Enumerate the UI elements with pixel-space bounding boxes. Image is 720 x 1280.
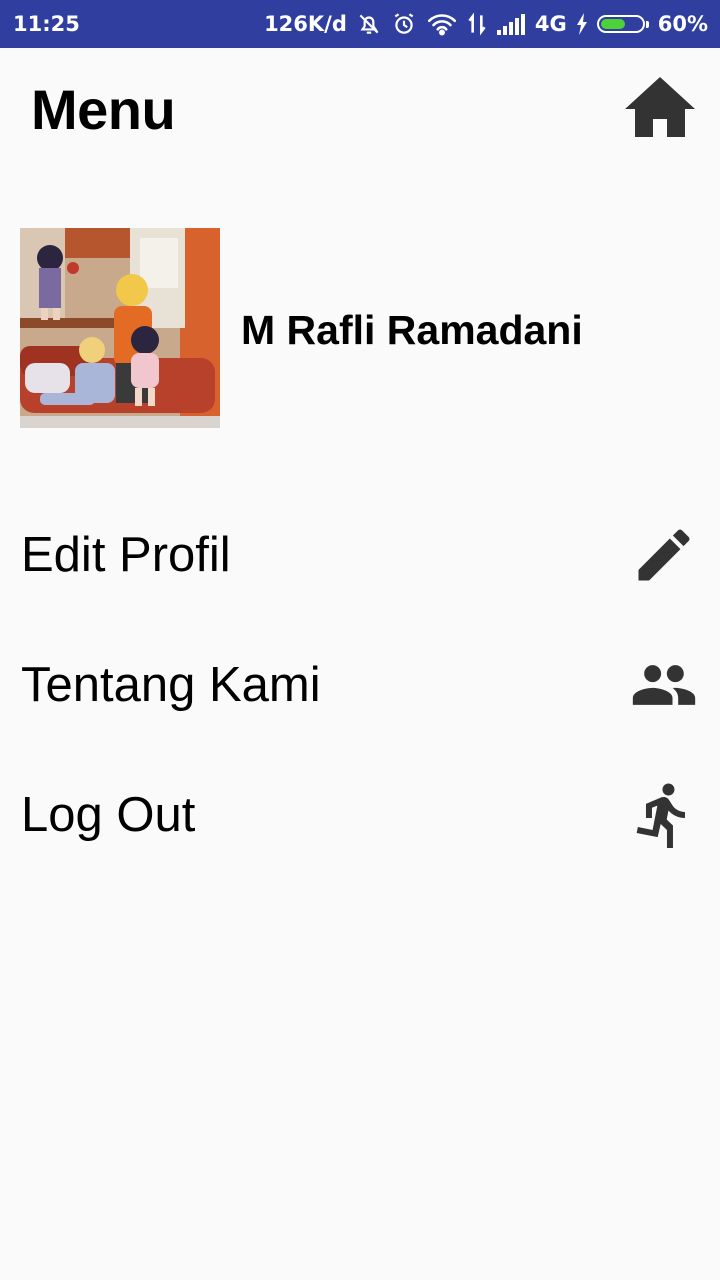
network-type: 4G (534, 12, 567, 36)
avatar (20, 228, 220, 428)
battery-icon (596, 15, 649, 33)
profile-name: M Rafli Ramadani (241, 307, 583, 353)
menu-item-label: Tentang Kami (21, 658, 321, 712)
pencil-icon (628, 519, 700, 591)
data-transfer-icon (467, 11, 487, 37)
menu-item-tentang-kami[interactable]: Tentang Kami (0, 630, 720, 740)
people-icon (628, 649, 700, 721)
network-speed: 126K/d (264, 12, 347, 36)
status-icons: 126K/d 4G 60% (264, 11, 708, 37)
mute-icon (356, 11, 382, 37)
battery-percent: 60% (657, 12, 708, 36)
alarm-icon (391, 11, 417, 37)
page-title: Menu (31, 78, 176, 141)
running-person-icon (628, 779, 700, 851)
signal-icon (496, 12, 526, 36)
status-time: 11:25 (13, 12, 80, 36)
menu-item-label: Log Out (21, 788, 196, 842)
menu-item-edit-profil[interactable]: Edit Profil (0, 500, 720, 610)
wifi-icon (426, 11, 458, 37)
status-bar: 11:25 126K/d 4G 60% (0, 0, 720, 48)
menu-item-log-out[interactable]: Log Out (0, 760, 720, 870)
menu-item-label: Edit Profil (21, 528, 231, 582)
home-button[interactable] (620, 72, 700, 146)
home-icon (623, 75, 697, 144)
charging-icon (576, 13, 588, 35)
